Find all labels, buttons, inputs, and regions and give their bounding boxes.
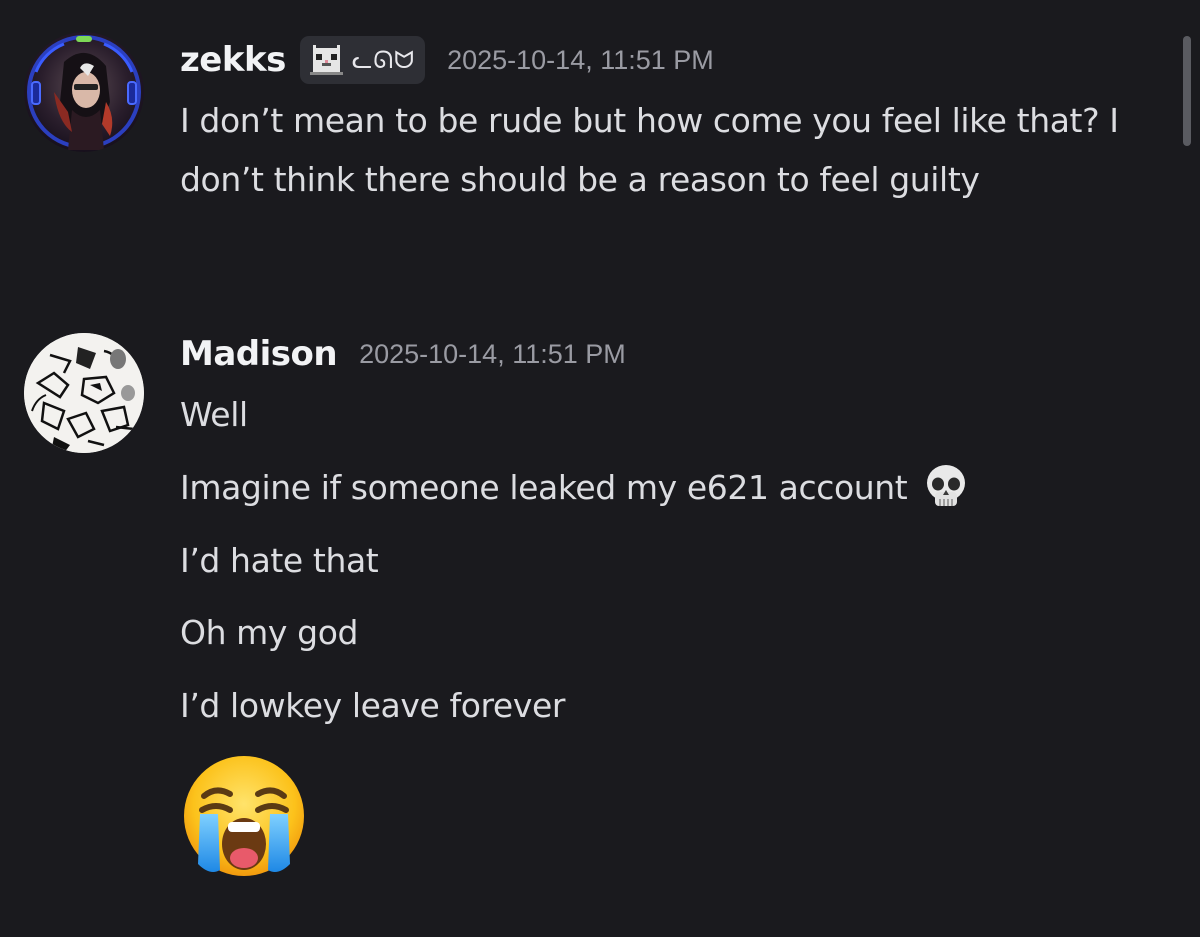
message-line: Imagine if someone leaked my e621 accoun… (180, 463, 971, 511)
message-madison: Madison 2025-10-14, 11:51 PM Well Imagin… (0, 300, 1160, 920)
message-line-text: Well (180, 394, 248, 434)
loudly-crying-face-emoji (184, 756, 304, 876)
pixel-cat-icon (309, 45, 343, 75)
message-line-text: Imagine if someone leaked my e621 accoun… (180, 467, 908, 507)
message-zekks: zekks ᓚᘏᗢ 2025-10-14, 11:51 PM I don’t m… (0, 0, 1160, 300)
message-content: I don’t mean to be rude but how come you… (180, 101, 1119, 199)
avatar-madison[interactable] (24, 333, 144, 453)
message-line-text: I’d hate that (180, 540, 379, 580)
message-line: I’d lowkey leave forever (180, 681, 565, 729)
username[interactable]: Madison (180, 334, 338, 374)
message-line: Well (180, 390, 248, 438)
message-line-text: I’d lowkey leave forever (180, 685, 566, 725)
skull-emoji (927, 465, 966, 506)
message-header: Madison 2025-10-14, 11:51 PM (180, 330, 626, 378)
server-tag-text: ᓚᘏᗢ (351, 46, 416, 74)
timestamp: 2025-10-14, 11:51 PM (447, 44, 714, 75)
message-line-text: Oh my god (180, 612, 359, 652)
message-line: Oh my god (180, 608, 358, 656)
avatar-image (24, 32, 144, 152)
timestamp: 2025-10-14, 11:51 PM (359, 338, 626, 369)
avatar-image (24, 333, 144, 453)
avatar-zekks[interactable] (24, 32, 144, 152)
server-tag-badge[interactable]: ᓚᘏᗢ (299, 36, 426, 84)
message-header: zekks ᓚᘏᗢ 2025-10-14, 11:51 PM (180, 36, 714, 84)
message-line: I’d hate that (180, 536, 379, 584)
username[interactable]: zekks (180, 40, 286, 80)
scrollbar-thumb[interactable] (1183, 36, 1191, 146)
